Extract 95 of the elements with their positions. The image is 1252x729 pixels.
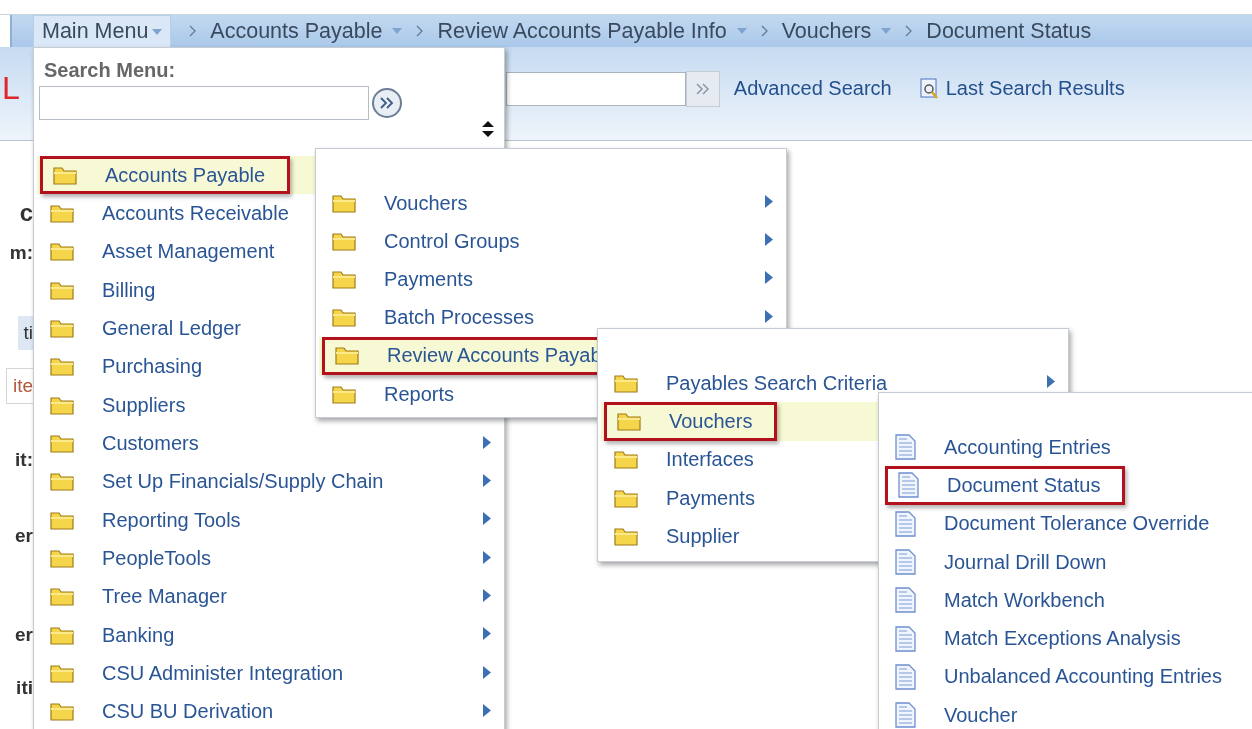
double-chevron-icon [695,82,710,95]
folder-icon [332,269,356,289]
menu-item[interactable]: Journal Drill Down [882,542,1129,582]
menu-item[interactable]: Accounts Receivable [37,194,311,233]
menu-item[interactable]: Reporting Tools [37,501,263,540]
chevron-icon [905,25,913,37]
folder-icon [50,242,74,262]
page-text: m: [9,241,33,265]
menu-item[interactable]: Document Tolerance Override [882,504,1232,543]
menu-item[interactable]: Reports [319,374,477,414]
folder-icon [50,625,74,645]
chevron-icon [416,25,424,37]
folder-icon [50,664,74,684]
last-search-results-link[interactable]: Last Search Results [945,77,1125,100]
menu-item[interactable]: Interfaces [601,440,776,479]
chevron-icon [760,25,768,37]
menu-item[interactable]: Match Exceptions Analysis [882,619,1203,658]
advanced-search-link[interactable]: Advanced Search [733,77,892,100]
menu-item[interactable]: Set Up Financials/Supply Chain [37,462,406,502]
document-icon [895,663,916,690]
folder-icon [50,319,74,339]
folder-icon [50,549,74,569]
folder-icon [50,204,74,223]
breadcrumb-link[interactable]: Document Status [926,18,1092,44]
brand-text: L [2,70,20,107]
document-icon [895,549,916,576]
menu-item[interactable]: Vouchers [604,402,778,441]
folder-icon [50,357,74,377]
page-text: ti [17,316,33,350]
folder-icon [614,450,638,470]
folder-icon [335,346,359,366]
menu-item[interactable]: General Ledger [37,309,263,348]
search-go-button[interactable] [685,70,720,107]
document-icon [895,625,916,652]
document-icon [895,510,916,537]
menu-item[interactable]: Control Groups [319,222,542,261]
chevron-icon [189,25,197,37]
menu-item[interactable]: CSU BU Derivation [37,692,296,729]
folder-icon [332,308,356,328]
menu-search-button[interactable] [372,88,402,118]
menu-item[interactable]: Payments [319,260,495,299]
folder-icon [332,384,356,404]
document-icon [895,702,916,729]
page-text: c [19,201,33,225]
menu-item[interactable]: Supplier [601,517,762,556]
document-icon [898,472,919,499]
page-text: er [15,524,33,548]
menu-search-field[interactable] [39,86,369,120]
search-results-icon [919,77,940,100]
main-menu-button[interactable]: Main Menu [33,15,172,47]
breadcrumb-link[interactable]: Review Accounts Payable Info [437,18,727,44]
menu-item[interactable]: Vouchers [319,184,490,223]
menu-item[interactable]: Unbalanced Accounting Entries [882,657,1244,697]
menu-item[interactable]: Voucher [882,696,1040,729]
menu-item[interactable]: Batch Processes [319,298,557,337]
menu-item[interactable]: Document Status [885,466,1126,505]
page-text: it: [15,448,33,472]
document-icon [895,587,916,614]
page-text: er [15,623,33,647]
folder-icon [332,231,356,251]
menu-item[interactable]: Payments [601,478,777,518]
menu-item[interactable]: Customers [37,424,221,463]
folder-icon [614,526,638,546]
folder-icon [50,280,74,300]
document-icon [895,434,916,461]
caret-icon [152,28,163,35]
menu-item[interactable]: Match Workbench [882,581,1127,620]
breadcrumb-link[interactable]: Accounts Payable [210,18,383,44]
folder-icon [50,510,74,530]
search-field[interactable] [505,71,686,106]
folder-icon [617,411,641,431]
folder-icon [50,702,74,722]
folder-icon [50,395,74,415]
breadcrumb-link[interactable]: Vouchers [781,18,872,44]
folder-icon [50,434,74,454]
menu-item[interactable]: Suppliers [37,386,208,425]
menu-item[interactable]: PeopleTools [37,539,233,578]
menu-item[interactable]: Accounts Payable [40,156,291,195]
page-text: iti [16,676,33,700]
folder-icon [50,587,74,607]
folder-icon [50,472,74,492]
menu-item[interactable]: Asset Management [37,232,297,272]
folder-icon [614,373,638,393]
menu-item[interactable]: Purchasing [37,347,225,387]
menu-item[interactable]: Tree Manager [37,577,249,617]
menu-item[interactable]: Billing [37,271,178,310]
folder-icon [614,488,638,508]
search-menu-label: Search Menu: [44,59,177,82]
double-chevron-icon [380,97,394,109]
folder-icon [332,193,356,213]
menu-item[interactable]: CSU Administer Integration [37,654,366,693]
folder-icon [53,165,77,185]
menu-item[interactable]: Accounting Entries [882,428,1133,467]
sort-icon[interactable] [482,121,494,137]
menu-item[interactable]: Banking [37,616,197,655]
